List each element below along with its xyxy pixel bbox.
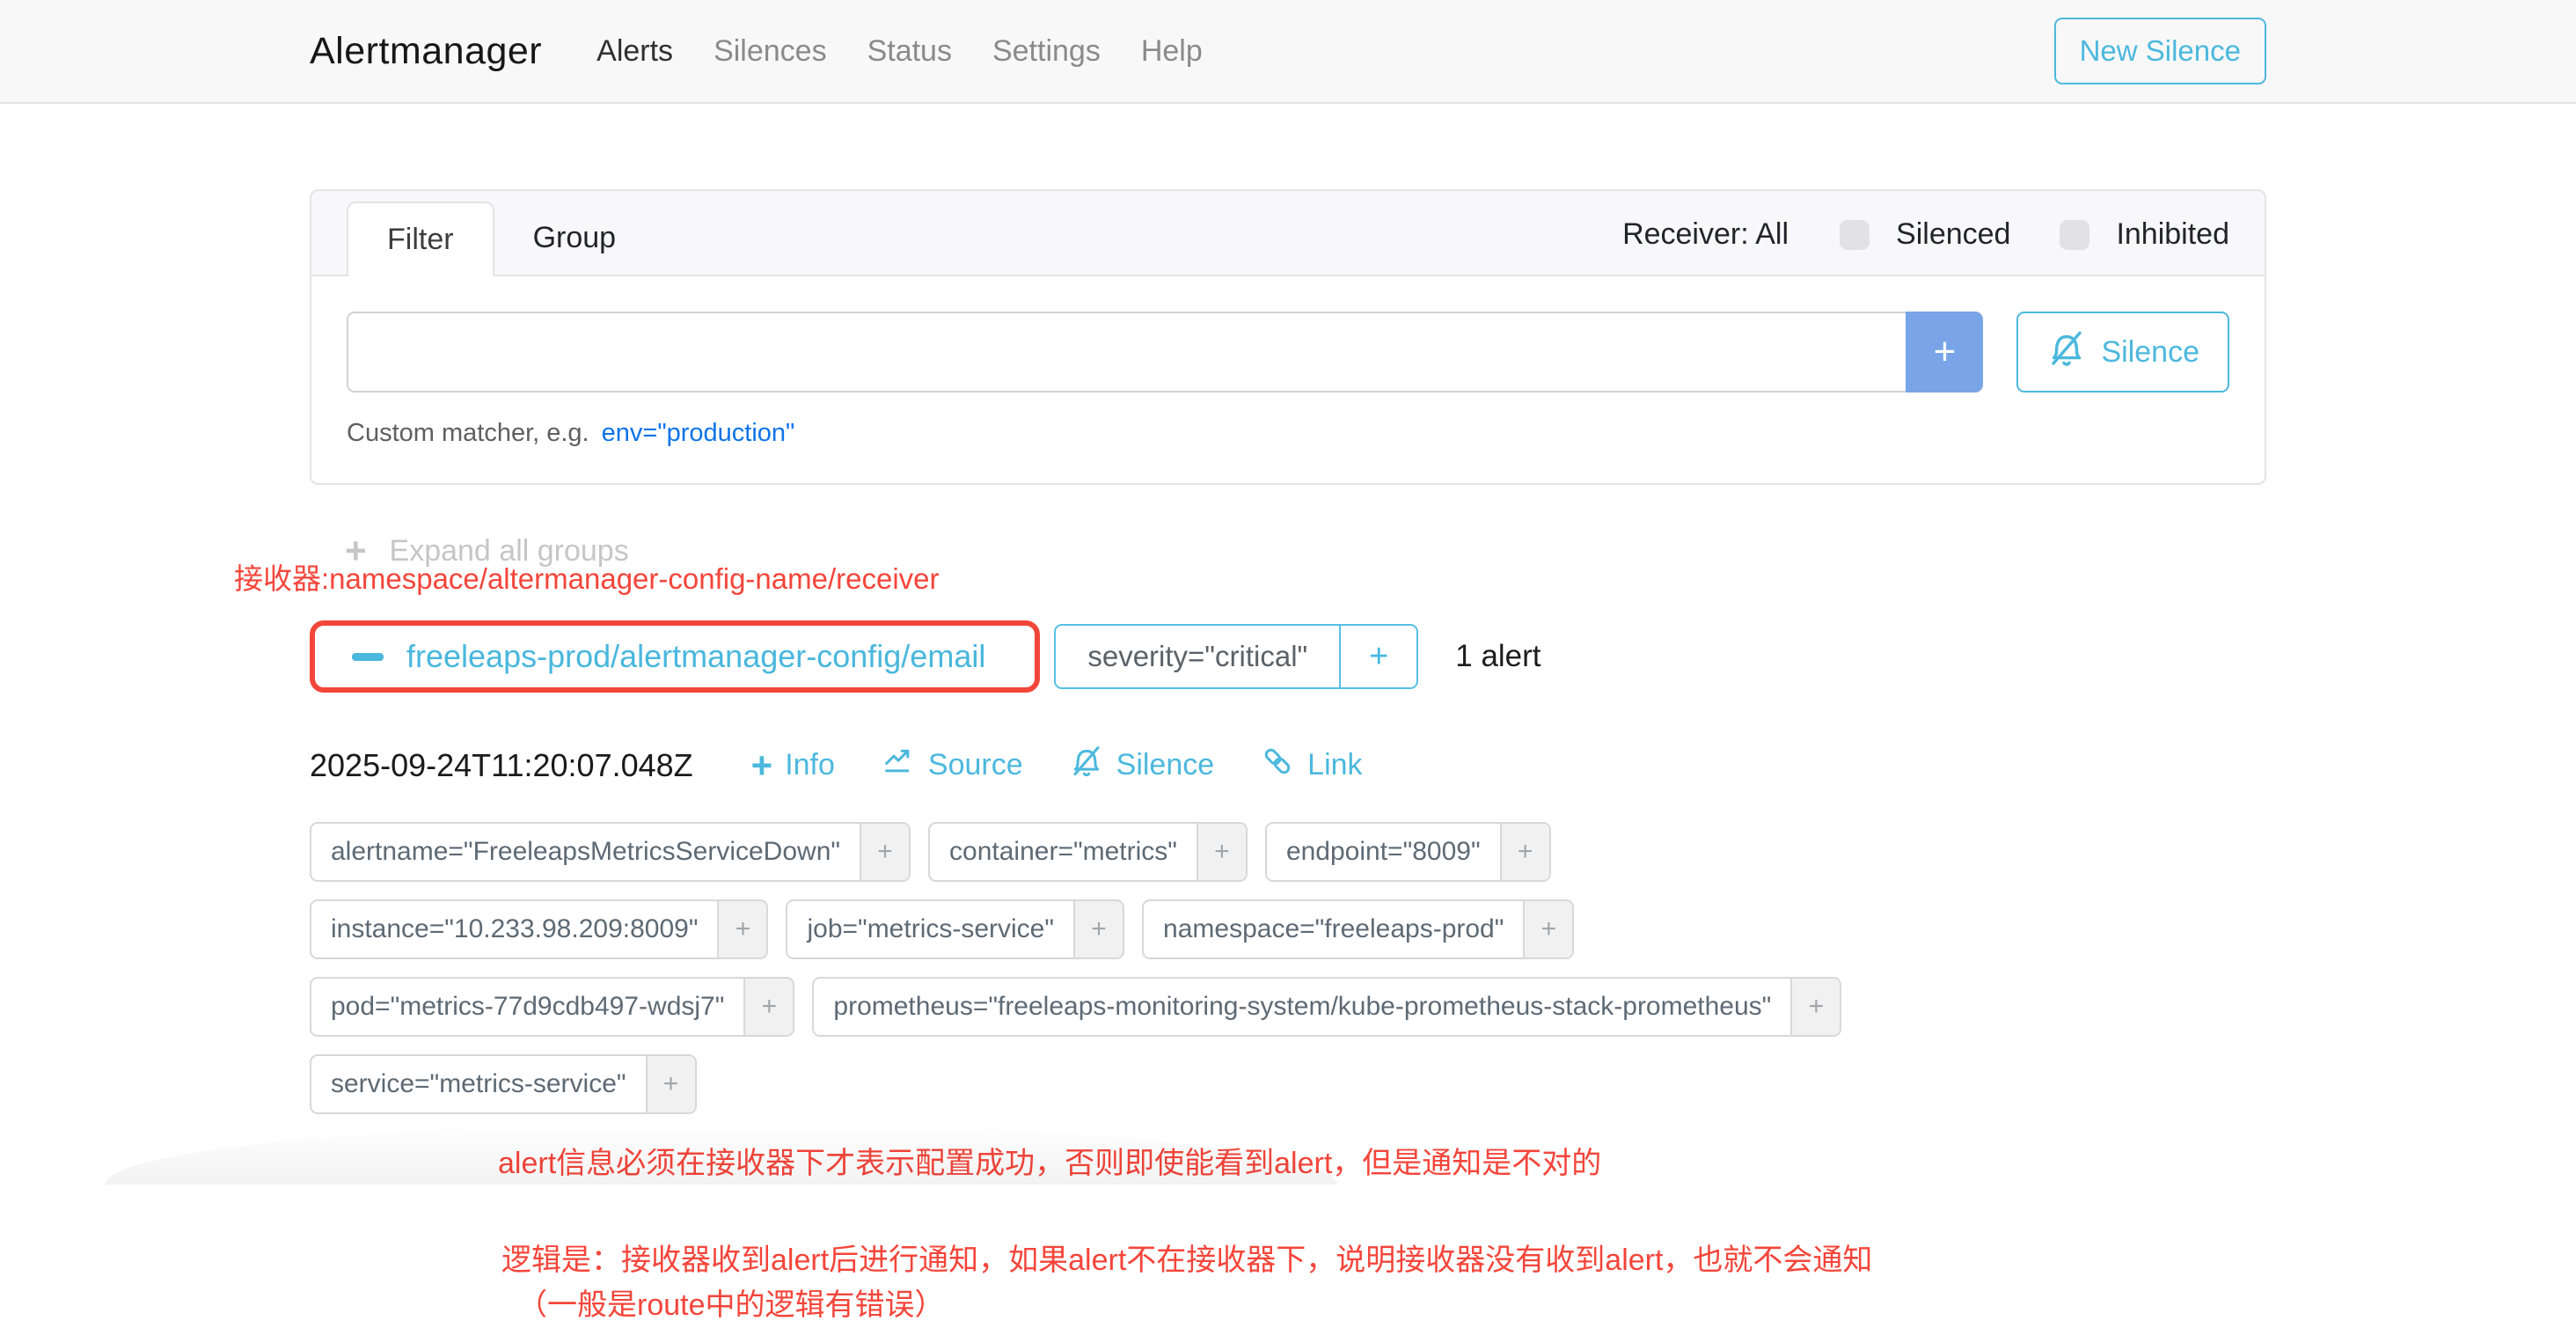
- label-text: service="metrics-service": [311, 1056, 646, 1112]
- matcher-row: + Silence: [347, 312, 2229, 393]
- label-add-filter-button[interactable]: +: [860, 824, 909, 880]
- receiver-highlight-box: freeleaps-prod/alertmanager-config/email: [310, 620, 1040, 693]
- app-brand: Alertmanager: [310, 30, 542, 73]
- label-tag: namespace="freeleaps-prod" +: [1142, 899, 1574, 959]
- alert-timestamp: 2025-09-24T11:20:07.048Z: [310, 747, 693, 784]
- collapse-minus-icon: [352, 653, 384, 661]
- filter-header-right: Receiver: All Silenced Inhibited: [1622, 217, 2229, 275]
- nav-links: Alerts Silences Status Settings Help: [596, 34, 1203, 69]
- nav-item-help[interactable]: Help: [1141, 34, 1203, 69]
- alert-count: 1 alert: [1455, 639, 1540, 674]
- label-text: container="metrics": [930, 824, 1197, 880]
- alert-link-link[interactable]: Link: [1260, 744, 1362, 787]
- bell-slash-icon: [1069, 744, 1104, 787]
- alert-silence-label: Silence: [1116, 748, 1215, 782]
- logic-note-line2: （一般是route中的逻辑有错误）: [517, 1283, 2266, 1328]
- main-content: Filter Group Receiver: All Silenced Inhi…: [0, 189, 2576, 1328]
- matcher-input[interactable]: [347, 312, 1906, 393]
- filter-card-header: Filter Group Receiver: All Silenced Inhi…: [311, 191, 2265, 276]
- alert-group-row: freeleaps-prod/alertmanager-config/email…: [310, 620, 2266, 693]
- group-receiver-link[interactable]: freeleaps-prod/alertmanager-config/email: [406, 638, 985, 675]
- label-text: prometheus="freeleaps-monitoring-system/…: [814, 979, 1790, 1035]
- alert-source-label: Source: [928, 748, 1023, 782]
- logic-note-line1: 逻辑是：接收器收到alert后进行通知，如果alert不在接收器下，说明接收器没…: [501, 1238, 2266, 1283]
- label-tag: prometheus="freeleaps-monitoring-system/…: [812, 977, 1841, 1037]
- tab-filter[interactable]: Filter: [347, 202, 494, 276]
- label-tag: endpoint="8009" +: [1265, 822, 1551, 882]
- silenced-checkbox[interactable]: [1840, 220, 1870, 250]
- label-tag: instance="10.233.98.209:8009" +: [310, 899, 768, 959]
- inhibited-checkbox[interactable]: [2060, 220, 2089, 250]
- matcher-hint: Custom matcher, e.g. env="production": [347, 419, 2229, 448]
- hint-prefix: Custom matcher, e.g.: [347, 419, 589, 448]
- nav-item-status[interactable]: Status: [867, 34, 952, 69]
- filter-card: Filter Group Receiver: All Silenced Inhi…: [310, 189, 2266, 485]
- label-add-filter-button[interactable]: +: [646, 1056, 695, 1112]
- plus-icon: +: [751, 747, 773, 784]
- add-matcher-button[interactable]: +: [1906, 312, 1983, 393]
- label-text: pod="metrics-77d9cdb497-wdsj7": [311, 979, 743, 1035]
- label-add-filter-button[interactable]: +: [1523, 901, 1572, 957]
- alert-info-label: Info: [785, 748, 835, 782]
- label-tag: service="metrics-service" +: [310, 1054, 697, 1114]
- silence-button-label: Silence: [2101, 335, 2199, 370]
- label-text: endpoint="8009": [1267, 824, 1500, 880]
- alert-link-label: Link: [1307, 748, 1362, 782]
- link-icon: [1260, 744, 1295, 787]
- label-text: namespace="freeleaps-prod": [1144, 901, 1523, 957]
- alert-meta-row: 2025-09-24T11:20:07.048Z + Info Source: [310, 744, 2266, 787]
- top-navbar: Alertmanager Alerts Silences Status Sett…: [0, 0, 2576, 104]
- tab-group[interactable]: Group: [494, 202, 655, 275]
- alert-labels: alertname="FreeleapsMetricsServiceDown" …: [310, 822, 1950, 1114]
- label-add-filter-button[interactable]: +: [717, 901, 766, 957]
- nav-item-silences[interactable]: Silences: [714, 34, 827, 69]
- new-silence-button[interactable]: New Silence: [2054, 18, 2266, 84]
- nav-item-settings[interactable]: Settings: [992, 34, 1101, 69]
- alert-source-link[interactable]: Source: [881, 744, 1023, 787]
- receiver-annotation-note: 接收器:namespace/altermanager-config-name/r…: [234, 555, 2266, 598]
- label-text: alertname="FreeleapsMetricsServiceDown": [311, 824, 860, 880]
- group-matcher-add-button[interactable]: +: [1339, 626, 1416, 687]
- label-tag: job="metrics-service" +: [786, 899, 1124, 959]
- label-text: job="metrics-service": [787, 901, 1073, 957]
- label-tag: container="metrics" +: [928, 822, 1248, 882]
- inhibited-checkbox-label[interactable]: Inhibited: [2116, 217, 2229, 252]
- chart-icon: [881, 744, 916, 787]
- nav-item-alerts[interactable]: Alerts: [596, 34, 673, 69]
- silence-button[interactable]: Silence: [2016, 312, 2229, 393]
- logic-annotation-note: 逻辑是：接收器收到alert后进行通知，如果alert不在接收器下，说明接收器没…: [501, 1238, 2266, 1328]
- silenced-checkbox-label[interactable]: Silenced: [1896, 217, 2010, 252]
- label-add-filter-button[interactable]: +: [1500, 824, 1549, 880]
- hint-example-link[interactable]: env="production": [602, 419, 795, 448]
- group-matcher-button: severity="critical" +: [1054, 624, 1418, 689]
- label-add-filter-button[interactable]: +: [1197, 824, 1246, 880]
- label-tag: alertname="FreeleapsMetricsServiceDown" …: [310, 822, 911, 882]
- label-add-filter-button[interactable]: +: [1790, 979, 1840, 1035]
- bell-slash-icon: [2046, 328, 2087, 377]
- label-tag: pod="metrics-77d9cdb497-wdsj7" +: [310, 977, 794, 1037]
- alert-silence-link[interactable]: Silence: [1069, 744, 1215, 787]
- filter-card-body: + Silence Custom matcher, e.g. env="prod…: [311, 276, 2265, 483]
- group-matcher-label[interactable]: severity="critical": [1056, 626, 1339, 687]
- receiver-filter-label[interactable]: Receiver: All: [1622, 217, 1789, 252]
- label-add-filter-button[interactable]: +: [1073, 901, 1123, 957]
- label-text: instance="10.233.98.209:8009": [311, 901, 717, 957]
- label-add-filter-button[interactable]: +: [743, 979, 793, 1035]
- alert-info-link[interactable]: + Info: [751, 747, 835, 784]
- alert-annotation-note: alert信息必须在接收器下才表示配置成功，否则即使能看到alert，但是通知是…: [498, 1139, 2266, 1182]
